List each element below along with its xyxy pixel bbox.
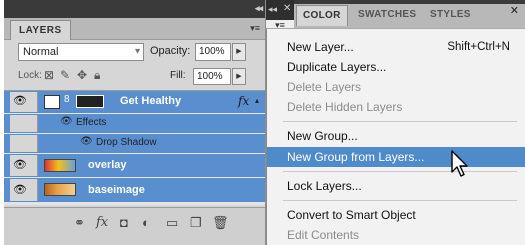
- panel-title-strip: [294, 0, 525, 4]
- fx-icon[interactable]: fx: [238, 94, 249, 108]
- menu-item-label: New Layer...: [287, 40, 354, 54]
- mask-icon[interactable]: ◘: [120, 215, 128, 230]
- visibility-cell: 👁︎: [10, 92, 38, 112]
- visibility-cell: 👁︎: [10, 155, 38, 176]
- menu-separator: [283, 171, 517, 172]
- opacity-label: Opacity:: [150, 45, 191, 57]
- menu-separator: [283, 200, 517, 201]
- menu-item-label: Lock Layers...: [287, 179, 362, 193]
- menu-item-lock-layers[interactable]: Lock Layers...: [267, 176, 525, 196]
- menu-item-shortcut: Shift+Ctrl+N: [447, 41, 510, 53]
- folder-icon[interactable]: ▭: [166, 215, 178, 231]
- effects-label: Effects: [76, 117, 107, 128]
- menu-item-label: Delete Hidden Layers: [287, 100, 403, 114]
- layer-row-get-healthy[interactable]: 👁︎ 8 Get Healthy fx ▴: [4, 91, 265, 113]
- layer-row-overlay[interactable]: 👁︎ overlay: [4, 154, 265, 177]
- opacity-slider-button[interactable]: ▶: [232, 43, 246, 61]
- text-layer-thumbnail: [76, 95, 104, 108]
- lock-all-icon[interactable]: 🔒︎: [94, 68, 100, 83]
- panel-title-strip: ◂◂: [4, 0, 265, 18]
- link-icon[interactable]: ⚭: [74, 215, 85, 231]
- fill-slider-button[interactable]: ▶: [232, 68, 246, 85]
- close-icon[interactable]: ✕: [283, 3, 291, 14]
- layer-effects-row[interactable]: 👁︎ Effects: [4, 114, 265, 133]
- new-layer-icon[interactable]: ❐: [190, 215, 202, 231]
- blend-row: Normal ▾ Opacity: 100% ▶: [4, 41, 265, 63]
- panel-menu-icon[interactable]: ▾≡: [250, 23, 260, 34]
- layers-panel: ◂◂ LAYERS ▾≡ Normal ▾ Opacity: 100% ▶ Lo…: [4, 0, 266, 245]
- layer-name[interactable]: baseimage: [88, 184, 145, 196]
- opacity-field[interactable]: 100%: [195, 43, 231, 61]
- fill-field[interactable]: 100%: [193, 68, 231, 85]
- layer-name[interactable]: Get Healthy: [120, 95, 181, 107]
- menu-item-delete-layers: Delete Layers: [267, 77, 525, 97]
- mouse-cursor-icon: [451, 150, 468, 177]
- layer-name[interactable]: overlay: [88, 159, 127, 171]
- tab-styles[interactable]: STYLES: [424, 5, 477, 26]
- menu-item-label: New Group from Layers...: [287, 150, 425, 164]
- color-panel-header: COLOR SWATCHES STYLES ✕: [294, 0, 525, 28]
- layer-row-baseimage[interactable]: 👁︎ baseimage: [4, 178, 265, 202]
- menu-item-label: Delete Layers: [287, 80, 362, 94]
- visibility-cell: [10, 135, 38, 152]
- menu-item-label: Edit Contents: [287, 228, 360, 242]
- lock-transparency-icon[interactable]: ⊠: [44, 68, 54, 82]
- menu-item-edit-contents: Edit Contents: [267, 225, 525, 245]
- color-panel-strip: ◂◂ ✕: [266, 0, 294, 20]
- fx-icon[interactable]: fx: [96, 215, 108, 230]
- eye-icon[interactable]: 👁︎: [10, 158, 30, 176]
- menu-item-new-group[interactable]: New Group...: [267, 126, 525, 146]
- chevron-down-icon: ▾: [134, 46, 140, 57]
- menu-item-label: New Group...: [287, 129, 358, 143]
- close-icon[interactable]: ✕: [510, 4, 519, 17]
- tab-swatches[interactable]: SWATCHES: [352, 5, 422, 26]
- eye-icon[interactable]: 👁︎: [60, 116, 73, 127]
- blend-mode-value: Normal: [23, 46, 59, 58]
- link-icon: 8: [64, 94, 70, 105]
- layer-list: 👁︎ 8 Get Healthy fx ▴ 👁︎ Effects 👁︎ Drop…: [4, 90, 265, 205]
- lock-position-icon[interactable]: ✥: [77, 68, 87, 82]
- tab-layers[interactable]: LAYERS: [10, 20, 71, 40]
- collapse-panels-button[interactable]: ◂◂: [268, 4, 277, 15]
- adjustment-icon[interactable]: ◐: [142, 215, 150, 230]
- menu-item-new-layer[interactable]: New Layer... Shift+Ctrl+N: [267, 37, 525, 57]
- menu-item-label: Convert to Smart Object: [287, 208, 416, 222]
- lock-pixels-icon[interactable]: ✎: [60, 68, 70, 82]
- layers-bottom-bar: ⚭ fx ◘ ◐ ▭ ❐ 🗑︎: [4, 207, 265, 245]
- eye-icon[interactable]: 👁︎: [10, 183, 30, 201]
- menu-item-label: Duplicate Layers...: [287, 60, 387, 74]
- lock-row: Lock: ⊠ ✎ ✥ 🔒︎ Fill: 100% ▶: [4, 65, 265, 87]
- collapse-panels-button[interactable]: ◂◂: [255, 3, 263, 14]
- layer-thumbnail: [44, 159, 76, 172]
- blend-mode-select[interactable]: Normal ▾: [18, 43, 144, 61]
- tab-color[interactable]: COLOR: [296, 5, 348, 26]
- menu-item-duplicate-layers[interactable]: Duplicate Layers...: [267, 57, 525, 77]
- eye-icon[interactable]: 👁︎: [80, 136, 93, 147]
- menu-item-convert-to-smart-object[interactable]: Convert to Smart Object: [267, 205, 525, 225]
- layers-tab-bar: LAYERS ▾≡: [4, 18, 265, 40]
- eye-icon[interactable]: 👁︎: [10, 94, 30, 112]
- drop-shadow-row[interactable]: 👁︎ Drop Shadow: [4, 134, 265, 153]
- drop-shadow-label: Drop Shadow: [96, 137, 157, 148]
- layer-thumbnail: [44, 183, 76, 196]
- menu-separator: [283, 121, 517, 122]
- menu-item-new-group-from-layers[interactable]: New Group from Layers...: [267, 147, 525, 167]
- fill-label: Fill:: [170, 70, 186, 81]
- layers-context-menu: New Layer... Shift+Ctrl+N Duplicate Laye…: [266, 28, 525, 245]
- trash-icon[interactable]: 🗑︎: [212, 215, 229, 231]
- visibility-cell: [10, 115, 38, 132]
- lock-label: Lock:: [18, 70, 42, 81]
- visibility-cell: 👁︎: [10, 179, 38, 201]
- layer-mask-thumbnail: [44, 95, 60, 109]
- menu-item-delete-hidden-layers: Delete Hidden Layers: [267, 97, 525, 117]
- expand-triangle-icon[interactable]: ▴: [255, 96, 259, 105]
